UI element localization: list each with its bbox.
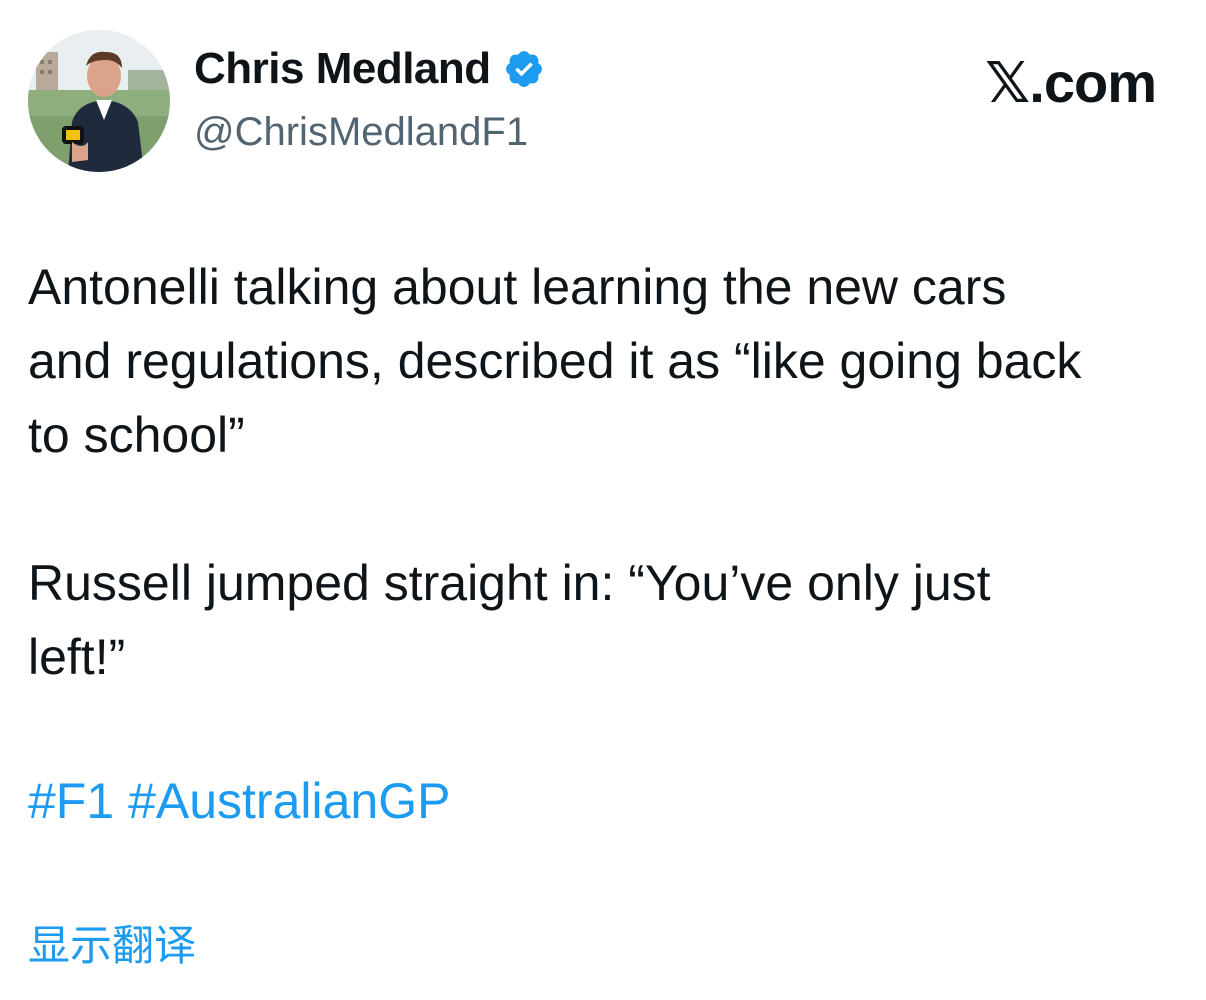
tweet-line: left!”: [28, 629, 126, 685]
hashtag-link-f1[interactable]: #F1: [28, 773, 114, 829]
site-logo: 𝕏.com: [985, 50, 1157, 116]
show-translation-link[interactable]: 显示翻译: [28, 912, 196, 973]
tweet-hashtags: #F1 #AustralianGP: [28, 764, 450, 838]
author-display-name[interactable]: Chris Medland: [194, 44, 491, 94]
author-handle[interactable]: @ChrisMedlandF1: [194, 110, 528, 155]
tweet-line: to school”: [28, 407, 245, 463]
hashtag-link-australiangp[interactable]: #AustralianGP: [128, 773, 450, 829]
verified-badge-icon: [503, 48, 545, 90]
site-domain: .com: [1029, 51, 1157, 114]
tweet-line: Russell jumped straight in: “You’ve only…: [28, 555, 991, 611]
author-name-row: Chris Medland: [194, 44, 545, 94]
tweet-paragraph-1: Antonelli talking about learning the new…: [28, 250, 1188, 472]
tweet-line: Antonelli talking about learning the new…: [28, 259, 1007, 315]
tweet-header: Chris Medland @ChrisMedlandF1 𝕏.com: [0, 0, 1206, 200]
tweet-paragraph-2: Russell jumped straight in: “You’ve only…: [28, 546, 1188, 694]
tweet-text: Antonelli talking about learning the new…: [28, 250, 1188, 694]
x-logo-icon: 𝕏: [985, 51, 1030, 116]
avatar-photo: [28, 30, 170, 172]
tweet-line: and regulations, described it as “like g…: [28, 333, 1082, 389]
avatar[interactable]: [28, 30, 170, 172]
